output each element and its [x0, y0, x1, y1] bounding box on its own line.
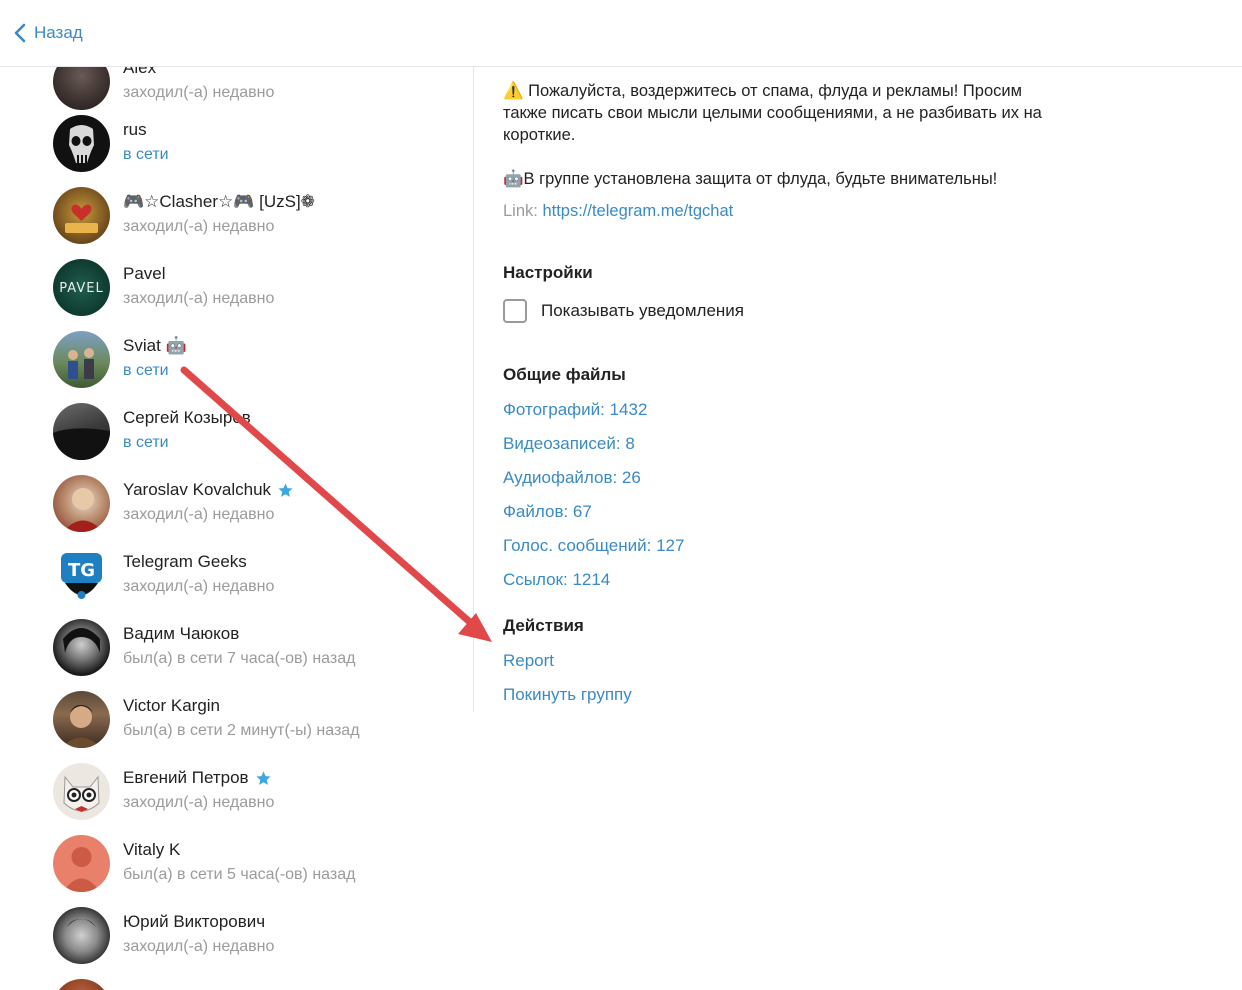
notifications-checkbox[interactable]	[503, 299, 527, 323]
description-rules: ⚠️ Пожалуйста, воздержитесь от спама, фл…	[503, 82, 1042, 144]
videos-link[interactable]: Видеозаписей: 8	[503, 434, 635, 454]
avatar	[53, 187, 110, 244]
leave-group-link[interactable]: Покинуть группу	[503, 685, 632, 705]
member-status: был(а) в сети 5 часа(-ов) назад	[123, 866, 356, 883]
avatar	[53, 691, 110, 748]
member-status: заходил(-а) недавно	[123, 290, 275, 307]
member-name: Vitaly K	[123, 840, 181, 859]
member-status: заходил(-а) недавно	[123, 794, 275, 811]
list-item[interactable]: PAVEL Pavel заходил(-а) недавно	[53, 259, 453, 317]
column-divider	[473, 67, 474, 712]
member-status: заходил(-а) недавно	[123, 938, 275, 955]
list-item[interactable]: Yaroslav Kovalchuk заходил(-а) недавно	[53, 475, 453, 533]
avatar	[53, 67, 110, 110]
member-name: Alex	[123, 67, 157, 77]
top-bar: Назад	[0, 0, 1242, 67]
voice-messages-link[interactable]: Голос. сообщений: 127	[503, 536, 684, 556]
links-link[interactable]: Ссылок: 1214	[503, 570, 610, 590]
list-item[interactable]: TG Telegram Geeks заходил(-а) недавно	[53, 547, 453, 605]
files-link[interactable]: Файлов: 67	[503, 502, 592, 522]
avatar: PAVEL	[53, 259, 110, 316]
list-item[interactable]: Sviat 🤖 в сети	[53, 331, 453, 389]
list-item[interactable]: Alex заходил(-а) недавно	[53, 67, 453, 111]
list-item[interactable]: Сергей Козырев в сети	[53, 403, 453, 461]
avatar	[53, 115, 110, 172]
avatar	[53, 475, 110, 532]
notifications-label: Показывать уведомления	[541, 301, 744, 320]
avatar	[53, 331, 110, 388]
chevron-left-icon	[14, 23, 26, 43]
audio-link[interactable]: Аудиофайлов: 26	[503, 468, 641, 488]
shared-files-title: Общие файлы	[503, 365, 626, 384]
member-status: был(а) в сети 7 часа(-ов) назад	[123, 650, 356, 667]
member-status: в сети	[123, 434, 169, 451]
avatar	[53, 907, 110, 964]
member-name: Yaroslav Kovalchuk	[123, 480, 294, 500]
report-link[interactable]: Report	[503, 651, 554, 671]
member-list: Alex заходил(-а) недавно rus в сети 🎮☆Cl…	[0, 67, 472, 990]
member-name: Юрий Викторович	[123, 912, 266, 931]
group-description: ⚠️ Пожалуйста, воздержитесь от спама, фл…	[503, 80, 1063, 220]
member-name: Pavel	[123, 264, 166, 283]
member-name: Евгений Петров	[123, 768, 272, 788]
list-item[interactable]: Vitaly K был(а) в сети 5 часа(-ов) назад	[53, 835, 453, 893]
group-link[interactable]: https://telegram.me/tgchat	[542, 202, 733, 220]
list-item[interactable]	[53, 979, 453, 990]
avatar	[53, 835, 110, 892]
svg-text:TG: TG	[68, 560, 95, 581]
svg-text:PAVEL: PAVEL	[59, 281, 103, 296]
member-status: заходил(-а) недавно	[123, 578, 275, 595]
avatar	[53, 763, 110, 820]
verified-star-icon	[278, 482, 293, 497]
member-status: в сети	[123, 362, 169, 379]
avatar	[53, 619, 110, 676]
list-item[interactable]: 🎮☆Clasher☆🎮 [UzS]❁ заходил(-а) недавно	[53, 187, 453, 245]
member-name: rus	[123, 120, 147, 139]
group-link-row: Link: https://telegram.me/tgchat	[503, 202, 733, 221]
list-item[interactable]: Евгений Петров заходил(-а) недавно	[53, 763, 453, 821]
list-item[interactable]: Victor Kargin был(а) в сети 2 минут(-ы) …	[53, 691, 453, 749]
back-button[interactable]: Назад	[14, 20, 83, 46]
member-status: заходил(-а) недавно	[123, 506, 275, 523]
avatar	[53, 403, 110, 460]
actions-title: Действия	[503, 616, 584, 635]
member-name: Сергей Козырев	[123, 408, 251, 427]
list-item[interactable]: Юрий Викторович заходил(-а) недавно	[53, 907, 453, 965]
member-name: Вадим Чаюков	[123, 624, 240, 643]
member-name: 🎮☆Clasher☆🎮 [UzS]❁	[123, 192, 315, 211]
member-status: был(а) в сети 2 минут(-ы) назад	[123, 722, 360, 739]
list-item[interactable]: rus в сети	[53, 115, 453, 173]
photos-link[interactable]: Фотографий: 1432	[503, 400, 647, 420]
back-label: Назад	[34, 23, 83, 42]
member-name: Victor Kargin	[123, 696, 221, 715]
member-status: в сети	[123, 146, 169, 163]
avatar	[53, 979, 110, 990]
notifications-toggle[interactable]: Показывать уведомления	[503, 299, 744, 323]
description-flood-protection: 🤖В группе установлена защита от флуда, б…	[503, 170, 998, 188]
member-name: Telegram Geeks	[123, 552, 247, 571]
avatar: TG	[53, 547, 110, 604]
member-status: заходил(-а) недавно	[123, 84, 275, 101]
verified-star-icon	[256, 770, 271, 785]
list-item[interactable]: Вадим Чаюков был(а) в сети 7 часа(-ов) н…	[53, 619, 453, 677]
settings-title: Настройки	[503, 263, 593, 282]
link-label: Link:	[503, 202, 538, 220]
member-status: заходил(-а) недавно	[123, 218, 275, 235]
member-name: Sviat 🤖	[123, 336, 187, 355]
